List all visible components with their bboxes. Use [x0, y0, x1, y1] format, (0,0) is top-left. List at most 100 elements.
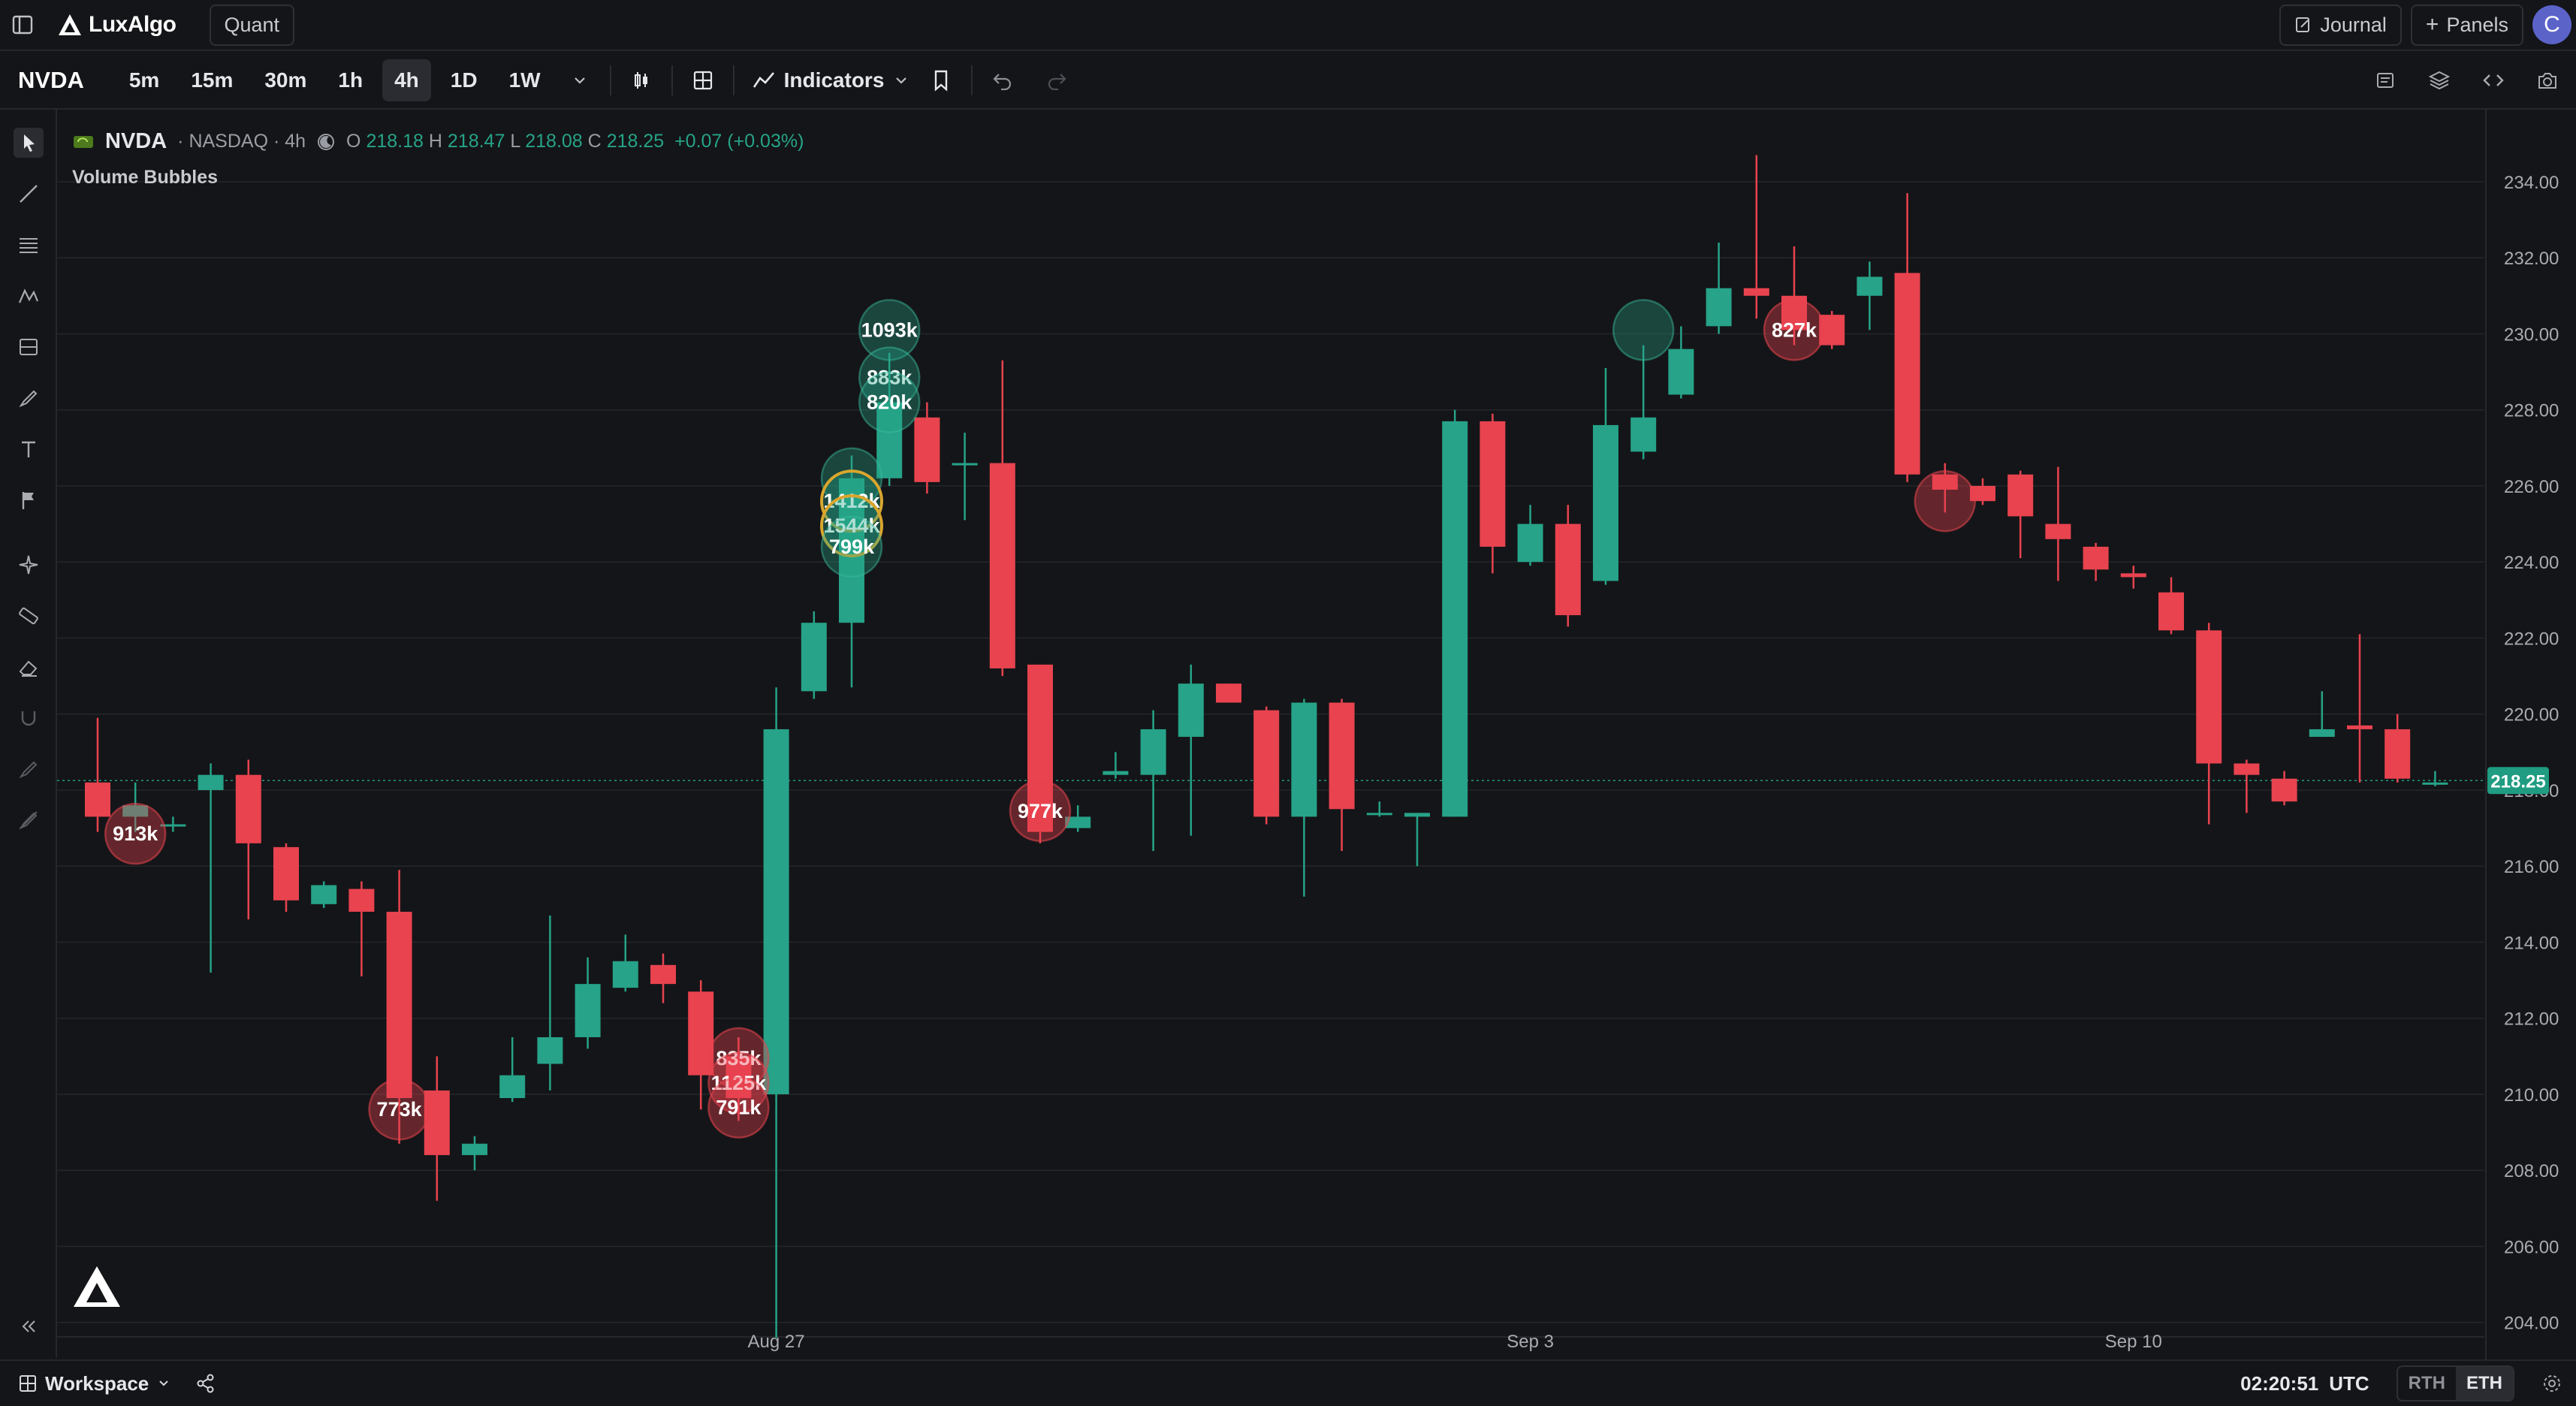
candle-body[interactable] — [1517, 523, 1543, 563]
candle-body[interactable] — [1102, 771, 1129, 775]
candle-body[interactable] — [348, 889, 375, 912]
candle-body[interactable] — [1216, 683, 1241, 703]
candle-body[interactable] — [1329, 702, 1355, 810]
timeframe-1h[interactable]: 1h — [326, 59, 375, 101]
timeframe-1d[interactable]: 1D — [439, 59, 490, 101]
cursor-tool-icon[interactable] — [0, 117, 57, 168]
candle-body[interactable] — [1593, 424, 1618, 581]
candle-body[interactable] — [1404, 813, 1430, 817]
candle-style-icon[interactable] — [622, 61, 661, 100]
indicator-label[interactable]: Volume Bubbles — [72, 167, 218, 189]
timeframe-1w[interactable]: 1W — [497, 59, 553, 101]
luxalgo-logo[interactable]: LuxAlgo — [57, 12, 176, 38]
brush-tool-icon[interactable] — [0, 373, 57, 424]
candle-body[interactable] — [1894, 273, 1920, 475]
candle-body[interactable] — [311, 885, 337, 904]
candle-body[interactable] — [2422, 782, 2448, 785]
candle-body[interactable] — [2384, 729, 2411, 779]
mode-button-quant[interactable]: Quant — [209, 4, 295, 46]
undo-icon[interactable] — [983, 61, 1022, 100]
candle-body[interactable] — [2007, 474, 2034, 517]
candle-body[interactable] — [2234, 763, 2260, 775]
timeframe-4h[interactable]: 4h — [382, 59, 431, 101]
range-tool-icon[interactable] — [0, 321, 57, 373]
journal-button[interactable]: Journal — [2279, 4, 2402, 46]
share-icon[interactable] — [186, 1364, 225, 1403]
layers-icon[interactable] — [2420, 61, 2459, 100]
lock-drawings-icon[interactable] — [0, 744, 57, 795]
candle-body[interactable] — [763, 729, 789, 1094]
candle-body[interactable] — [2271, 778, 2297, 802]
candle-body[interactable] — [1442, 421, 1468, 817]
candle-body[interactable] — [650, 964, 676, 985]
panels-button[interactable]: + Panels — [2410, 4, 2523, 46]
candle-body[interactable] — [1140, 729, 1166, 775]
collapse-sidebar-icon[interactable] — [0, 1301, 57, 1352]
timeframe-5m[interactable]: 5m — [117, 59, 171, 101]
candle-body[interactable] — [2120, 573, 2146, 578]
candle-body[interactable] — [1743, 288, 1769, 296]
eraser-tool-icon[interactable] — [0, 641, 57, 692]
session-rth-button[interactable]: RTH — [2398, 1367, 2456, 1400]
candle-body[interactable] — [1253, 710, 1280, 817]
magic-tool-icon[interactable] — [0, 539, 57, 590]
candle-body[interactable] — [612, 961, 638, 988]
trend-line-tool-icon[interactable] — [0, 168, 57, 219]
redo-icon[interactable] — [1037, 61, 1076, 100]
candle-body[interactable] — [1291, 702, 1317, 817]
timeframe-15m[interactable]: 15m — [179, 59, 245, 101]
candle-body[interactable] — [462, 1143, 487, 1155]
candle-body[interactable] — [386, 911, 412, 1098]
user-avatar[interactable]: C — [2532, 5, 2571, 44]
timeframe-30m[interactable]: 30m — [252, 59, 318, 101]
candle-body[interactable] — [1706, 288, 1732, 327]
pattern-tool-icon[interactable] — [0, 270, 57, 321]
flag-tool-icon[interactable] — [0, 475, 57, 526]
candle-body[interactable] — [273, 846, 299, 901]
horizontal-lines-tool-icon[interactable] — [0, 219, 57, 270]
ruler-tool-icon[interactable] — [0, 590, 57, 641]
candle-body[interactable] — [198, 774, 224, 790]
symbol-search-button[interactable]: NVDA — [18, 67, 84, 94]
candle-body[interactable] — [1630, 417, 1657, 452]
layout-grid-icon[interactable] — [683, 61, 722, 100]
candle-body[interactable] — [1555, 523, 1581, 616]
timeframe-dropdown-chevron-icon[interactable] — [560, 61, 599, 100]
sidebar-toggle-icon[interactable] — [3, 5, 42, 44]
candle-body[interactable] — [2083, 546, 2109, 570]
candle-body[interactable] — [989, 463, 1015, 668]
session-eth-button[interactable]: ETH — [2456, 1367, 2513, 1400]
candle-body[interactable] — [1480, 421, 1506, 547]
text-tool-icon[interactable] — [0, 424, 57, 475]
candle-body[interactable] — [2158, 592, 2184, 631]
code-icon[interactable] — [2474, 61, 2513, 100]
volume-bubble[interactable] — [1612, 299, 1675, 361]
candle-body[interactable] — [2309, 729, 2335, 738]
camera-icon[interactable] — [2528, 61, 2567, 100]
bookmark-icon[interactable] — [922, 61, 961, 100]
candle-body[interactable] — [499, 1075, 526, 1098]
indicators-button[interactable]: Indicators — [745, 62, 918, 98]
candle-body[interactable] — [235, 774, 261, 843]
candle-body[interactable] — [2347, 725, 2372, 729]
candle-body[interactable] — [952, 463, 978, 466]
candle-body[interactable] — [2196, 630, 2222, 764]
candle-body[interactable] — [575, 984, 601, 1037]
candle-body[interactable] — [537, 1037, 563, 1064]
timezone-button[interactable]: UTC — [2329, 1372, 2369, 1395]
candle-body[interactable] — [2045, 523, 2071, 539]
volume-bubble[interactable] — [1914, 469, 1977, 533]
candle-body[interactable] — [1366, 813, 1392, 816]
candle-body[interactable] — [801, 623, 827, 692]
price-chart[interactable]: 234.00 232.00 230.00 228.00 226.00 224.00 222.… — [57, 110, 2576, 1359]
candle-body[interactable] — [1668, 348, 1694, 395]
candle-body[interactable] — [914, 417, 940, 482]
settings-gear-icon[interactable] — [2532, 1364, 2571, 1403]
notes-icon[interactable] — [2366, 61, 2405, 100]
candle-body[interactable] — [1857, 276, 1883, 296]
chart-area[interactable]: 234.00 232.00 230.00 228.00 226.00 224.00 222.… — [57, 110, 2576, 1359]
hide-drawings-icon[interactable] — [0, 795, 57, 846]
magnet-tool-icon[interactable] — [0, 692, 57, 744]
candle-body[interactable] — [1178, 683, 1204, 738]
candle-body[interactable] — [85, 782, 110, 817]
